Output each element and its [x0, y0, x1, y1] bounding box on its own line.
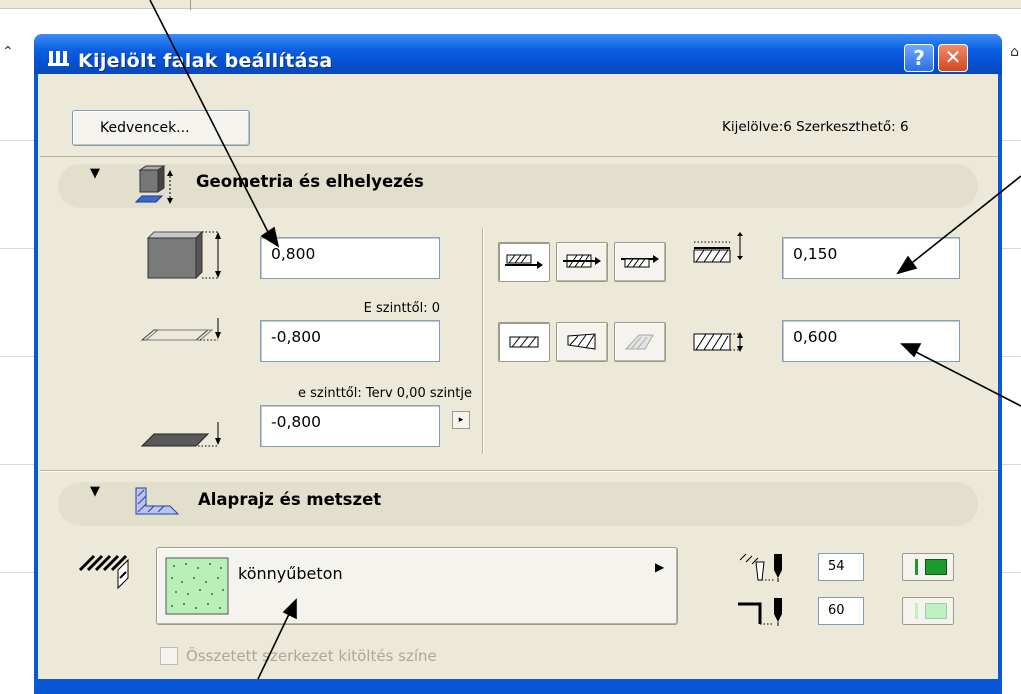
annotation-arrows: [149, 0, 1021, 680]
